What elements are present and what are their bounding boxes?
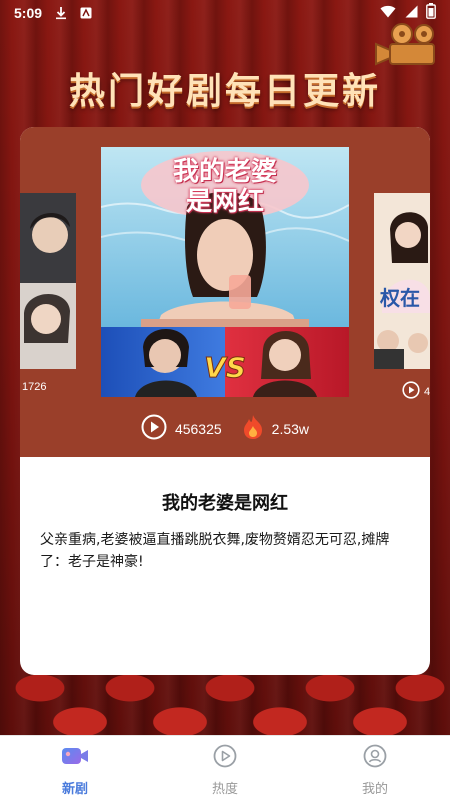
heat-value: 2.53w [271,420,310,437]
user-circle-icon [363,744,387,772]
svg-text:权在: 权在 [379,286,420,310]
poster-right-partial[interactable]: 权在 [374,193,430,369]
right-poster-play-count: 4 [424,385,430,398]
nav-label-mine: 我的 [361,782,388,797]
flame-icon [242,414,264,443]
nav-label-new: 新剧 [61,782,88,797]
play-count-value: 456325 [174,420,222,437]
nav-item-hot[interactable]: 热度 [150,736,300,800]
app-notification-icon [80,7,92,19]
video-camera-icon [61,744,89,772]
right-poster-stat: 4 [402,381,430,402]
bottom-nav: 新剧 热度 我的 [0,735,450,800]
play-circle-icon [213,744,237,772]
svg-text:VS: VS [204,351,246,384]
play-count-stat: 456325 [141,414,222,443]
heat-stat: 2.53w [242,414,309,443]
drama-card[interactable]: 1726 VS 我的老婆是网红 权在 4 456325 2.53w 我的老婆是网… [20,127,430,675]
left-poster-play-count: 1726 [22,381,47,393]
battery-icon [426,3,436,23]
card-carousel-area: 1726 VS 我的老婆是网红 权在 4 456325 2.53w [20,127,430,457]
nav-item-mine[interactable]: 我的 [300,736,450,800]
poster-left-partial[interactable] [20,193,76,369]
play-circle-icon [141,414,167,443]
play-circle-icon [402,381,420,402]
status-time: 5:09 [14,5,43,21]
poster-main[interactable]: VS 我的老婆是网红 [101,147,349,397]
nav-label-hot: 热度 [211,782,238,797]
page-headline: 热门好剧每日更新 [68,70,381,112]
wifi-icon [380,5,396,22]
drama-title: 我的老婆是网红 [162,493,288,514]
drama-stats: 456325 2.53w [20,414,430,443]
poster-title-art: 我的老婆是网红 [172,157,277,217]
drama-description: 父亲重病,老婆被逼直播跳脱衣舞,废物赘婿忍无可忍,摊牌了：老子是神豪! [40,532,390,570]
download-icon [54,6,68,20]
nav-item-new[interactable]: 新剧 [0,736,150,800]
signal-icon [404,5,418,22]
